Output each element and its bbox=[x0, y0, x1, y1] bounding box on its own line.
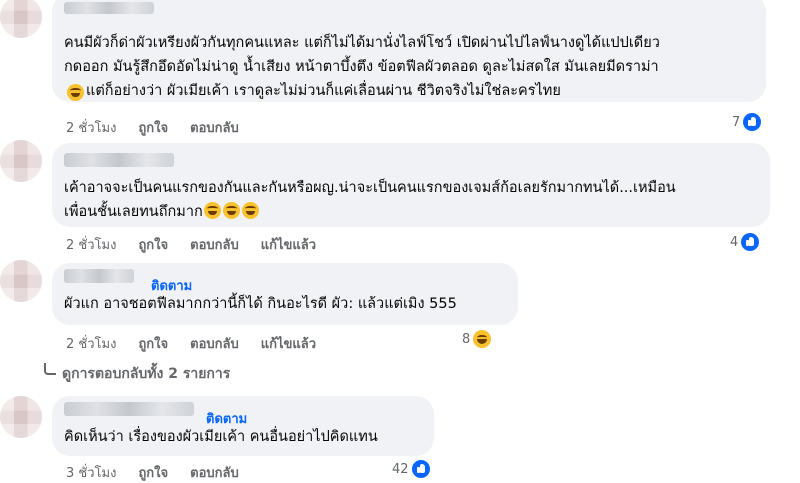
avatar[interactable] bbox=[0, 140, 42, 182]
comment-text-line: กดออก มันรู้สึกอึดอัดไม่น่าดู น้ำเสียง ห… bbox=[64, 59, 659, 75]
reaction-count: 4 bbox=[730, 234, 739, 250]
laughing-emoji-icon bbox=[67, 84, 84, 101]
reply-button[interactable]: ตอบกลับ bbox=[190, 238, 239, 253]
comment-text-line: เค้าอาจจะเป็นคนแรกของกันและกันหรือผญ.น่า… bbox=[64, 180, 676, 196]
haha-icon bbox=[473, 330, 492, 348]
comment-actions: 2 ชั่วโมง ถูกใจ ตอบกลับ bbox=[66, 117, 261, 138]
avatar[interactable] bbox=[0, 0, 42, 38]
like-icon bbox=[743, 113, 762, 131]
reply-button[interactable]: ตอบกลับ bbox=[190, 466, 239, 481]
reply-button[interactable]: ตอบกลับ bbox=[190, 121, 239, 136]
commenter-name[interactable] bbox=[64, 269, 134, 283]
reaction-summary[interactable]: 8 bbox=[462, 330, 492, 348]
like-button[interactable]: ถูกใจ bbox=[138, 238, 168, 253]
avatar[interactable] bbox=[0, 396, 42, 438]
commenter-name[interactable] bbox=[64, 153, 174, 167]
grinning-emoji-icon bbox=[241, 202, 259, 219]
reply-arrow-icon bbox=[44, 363, 56, 375]
like-button[interactable]: ถูกใจ bbox=[138, 337, 168, 352]
comment-text-line: ผัวแก อาจชอตฟีลมากกว่านี้ก็ได้ กินอะไรดี… bbox=[64, 296, 457, 312]
comment-text-line: คิดเห็นว่า เรื่องของผัวเมียเค้า คนอื่นอย… bbox=[64, 429, 378, 445]
reaction-count: 42 bbox=[392, 461, 409, 477]
commenter-name[interactable] bbox=[64, 2, 154, 14]
edited-label: แก้ไขแล้ว bbox=[260, 337, 317, 352]
reaction-summary[interactable]: 42 bbox=[392, 460, 430, 478]
grinning-emoji-icon bbox=[203, 202, 221, 219]
reaction-summary[interactable]: 7 bbox=[732, 113, 762, 131]
comment-text-line: แต่ก็อย่างว่า ผัวเมียเค้า เราดูละไม่ม่วน… bbox=[86, 83, 561, 99]
comment-text: เพื่อนชั้นเลยทนถึกมาก bbox=[64, 204, 203, 220]
comment-time[interactable]: 2 ชั่วโมง bbox=[66, 121, 116, 136]
grinning-emoji-icon bbox=[222, 202, 240, 219]
reaction-count: 8 bbox=[462, 331, 471, 347]
comment-actions: 2 ชั่วโมง ถูกใจ ตอบกลับ แก้ไขแล้ว bbox=[66, 333, 338, 354]
like-icon bbox=[411, 460, 430, 478]
edited-label: แก้ไขแล้ว bbox=[260, 238, 317, 253]
like-icon bbox=[741, 233, 760, 251]
comment-time[interactable]: 2 ชั่วโมง bbox=[66, 337, 116, 352]
reaction-summary[interactable]: 4 bbox=[730, 233, 760, 251]
commenter-name[interactable] bbox=[64, 402, 194, 416]
comment-time[interactable]: 2 ชั่วโมง bbox=[66, 238, 116, 253]
comment-text-line: คนมีผัวก็ด่าผัวเหรียงผัวกันทุกคนแหละ แต่… bbox=[64, 35, 660, 51]
reply-button[interactable]: ตอบกลับ bbox=[190, 337, 239, 352]
view-replies-link[interactable]: ดูการตอบกลับทั้ง 2 รายการ bbox=[62, 363, 230, 385]
like-button[interactable]: ถูกใจ bbox=[138, 466, 168, 481]
like-button[interactable]: ถูกใจ bbox=[138, 121, 168, 136]
comment-actions: 2 ชั่วโมง ถูกใจ ตอบกลับ แก้ไขแล้ว bbox=[66, 234, 338, 255]
avatar[interactable] bbox=[0, 260, 42, 302]
reaction-count: 7 bbox=[732, 114, 741, 130]
comment-actions: 3 ชั่วโมง ถูกใจ ตอบกลับ bbox=[66, 462, 261, 483]
comment-text-line: เพื่อนชั้นเลยทนถึกมาก bbox=[64, 200, 260, 224]
comment-time[interactable]: 3 ชั่วโมง bbox=[66, 466, 116, 481]
